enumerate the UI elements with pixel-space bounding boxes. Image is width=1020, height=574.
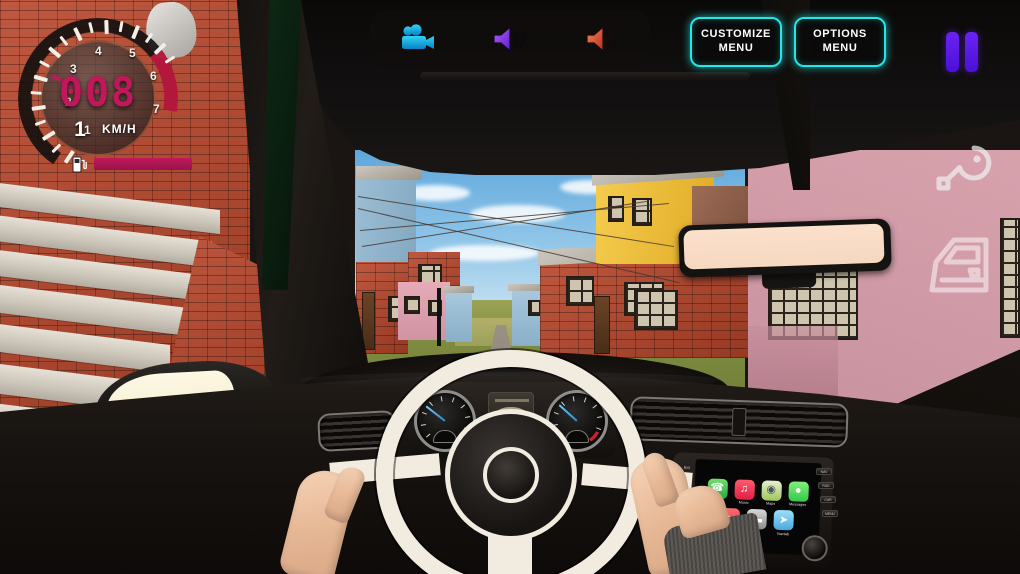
- customize-menu-line2: MENU: [718, 42, 754, 54]
- pause-bar-right: [965, 32, 978, 72]
- options-menu-line2: MENU: [822, 42, 858, 54]
- customize-menu-line1: CUSTOMIZE: [701, 28, 771, 41]
- game-viewport: Exit menu OK ☎ Phone ♫ Music ◉ Maps ● Me…: [0, 0, 1020, 574]
- fuel-gauge: [72, 155, 192, 173]
- fuel-bar-fill: [94, 158, 192, 170]
- pause-button[interactable]: [941, 31, 983, 73]
- gear-indicator: 1: [74, 118, 86, 141]
- rpm-tick-4: 4: [95, 44, 102, 58]
- customize-menu-button[interactable]: CUSTOMIZE MENU: [690, 17, 782, 67]
- options-menu-line1: OPTIONS: [813, 28, 867, 41]
- speed-unit-label: KM/H: [102, 122, 137, 136]
- options-menu-button[interactable]: OPTIONS MENU: [794, 17, 886, 67]
- hud-icon-bar: [370, 10, 650, 68]
- engine-volume-icon[interactable]: [579, 20, 627, 58]
- hud-overlay: 1 2 3 4 5 6 7 008 1 KM/H CUSTOMIZE MENU …: [0, 0, 1020, 574]
- fuel-bar-track: [94, 158, 192, 170]
- speed-value: 008: [58, 70, 138, 116]
- speedometer: 1 2 3 4 5 6 7 008 1 KM/H: [18, 18, 198, 178]
- music-volume-icon[interactable]: [486, 20, 534, 58]
- key-icon[interactable]: [928, 140, 994, 210]
- camera-view-icon[interactable]: [393, 20, 441, 58]
- rpm-tick-5: 5: [129, 46, 136, 60]
- car-door-icon[interactable]: [928, 228, 998, 302]
- fuel-pump-icon: [72, 155, 87, 173]
- pause-bar-left: [946, 32, 959, 72]
